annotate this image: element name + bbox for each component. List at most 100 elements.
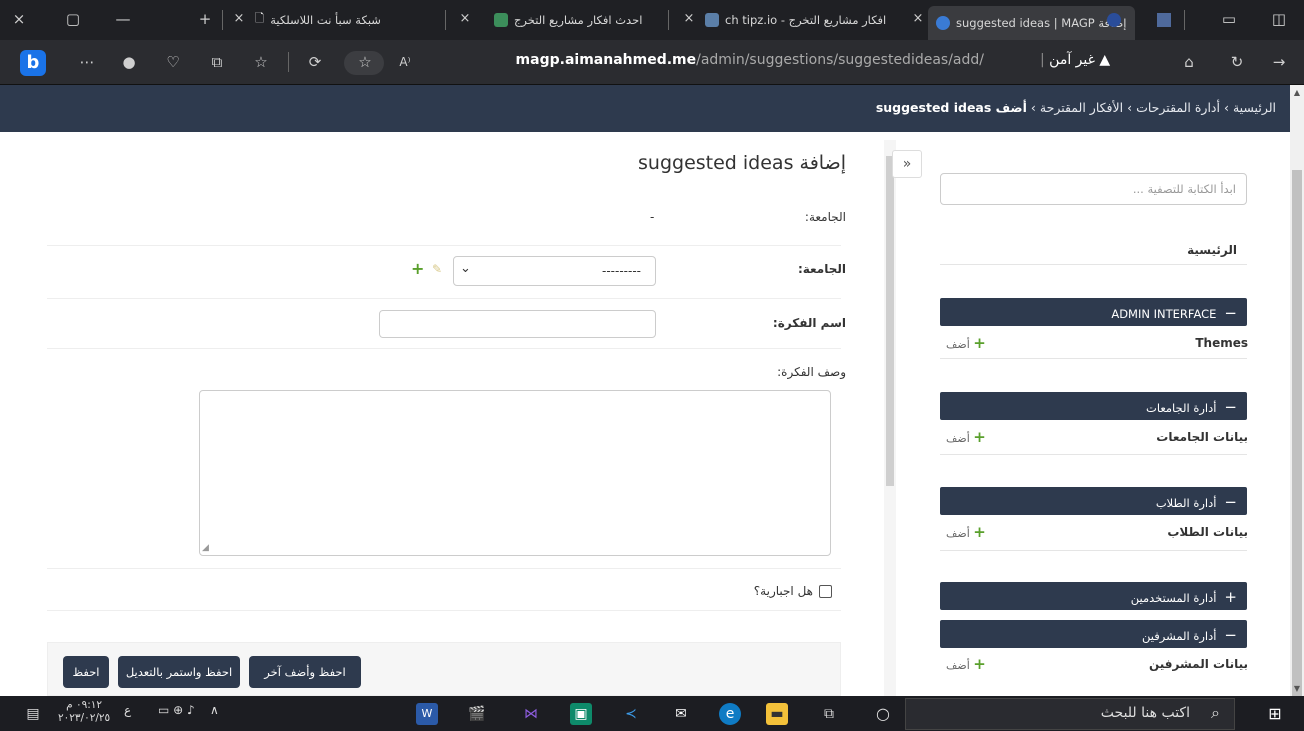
restore-window-icon[interactable]: ▢ <box>62 9 84 29</box>
breadcrumb-model[interactable]: الأفكار المقترحة <box>1040 100 1123 115</box>
tab-graduation-ideas[interactable]: احدث افكار مشاريع التخرج <box>494 9 642 31</box>
mandatory-checkbox-row: هل اجبارية؟ <box>754 584 832 598</box>
tab-close-icon[interactable]: × <box>228 9 250 29</box>
add-supervisor-link[interactable]: + أضف <box>946 655 986 673</box>
close-window-icon[interactable]: × <box>8 9 30 29</box>
sidebar-home-link[interactable]: الرئيسية <box>1187 243 1237 257</box>
show-hidden-icons[interactable]: ∧ <box>210 703 219 717</box>
file-explorer-icon[interactable]: ▬ <box>766 703 788 725</box>
sidebar-group-supervisors[interactable]: −أدارة المشرفين <box>940 620 1247 648</box>
idea-name-input[interactable] <box>379 310 656 338</box>
save-button[interactable]: احفظ <box>63 656 109 688</box>
edit-related-icon[interactable]: ✎ <box>432 262 442 276</box>
resize-handle-icon[interactable]: ◢ <box>202 543 209 553</box>
university-select[interactable]: --------- ⌄ <box>453 256 656 286</box>
security-indicator[interactable]: ▲ غير آمن | <box>1040 52 1110 68</box>
page-title: إضافة suggested ideas <box>638 152 846 174</box>
media-icon[interactable]: 🎬 <box>466 703 488 725</box>
tab-title: احدث افكار مشاريع التخرج <box>514 13 643 27</box>
expand-icon: + <box>1224 588 1237 606</box>
profile-avatar-icon[interactable]: ● <box>118 52 140 72</box>
add-favorite-icon[interactable]: ☆ <box>354 52 376 72</box>
refresh-icon[interactable]: ↻ <box>1226 52 1248 72</box>
clock[interactable]: ٠٩:١٢ م ٢٠٢٣/٠٢/٢٥ <box>58 699 110 725</box>
clock-time: ٠٩:١٢ م <box>66 699 103 711</box>
save-continue-button[interactable]: احفظ واستمر بالتعديل <box>118 656 240 688</box>
edge-browser-icon[interactable]: e <box>719 703 741 725</box>
mail-icon[interactable]: ✉ <box>670 703 692 725</box>
tab-title: شبكة سبأ نت اللاسلكية <box>270 13 381 27</box>
add-student-link[interactable]: + أضف <box>946 523 986 541</box>
mandatory-checkbox[interactable] <box>819 584 832 598</box>
tab-close-icon[interactable]: × <box>454 9 476 29</box>
taskbar-search[interactable]: اكتب هنا للبحث ⌕ <box>905 698 1235 730</box>
forward-icon[interactable]: → <box>1268 52 1290 72</box>
vertical-tabs-icon[interactable]: ◫ <box>1268 9 1290 29</box>
plus-icon: + <box>973 428 986 446</box>
vscode-icon[interactable]: ≺ <box>620 703 642 725</box>
word-icon[interactable]: W <box>416 703 438 725</box>
tab-tipz[interactable]: افكار مشاريع التخرج - ch tipz.io <box>705 9 886 31</box>
breadcrumb-home[interactable]: الرئيسية <box>1233 100 1276 115</box>
tab-close-icon[interactable]: × <box>907 9 929 29</box>
content-scrollbar[interactable] <box>884 140 896 696</box>
tab-title: إضافة suggested ideas | MAGP <box>956 16 1127 30</box>
collections-toolbar-icon[interactable]: ⧉ <box>206 52 228 72</box>
tab-actions-icon[interactable]: ▭ <box>1218 9 1240 29</box>
bing-icon[interactable]: b <box>20 50 46 76</box>
collections-icon[interactable] <box>1157 13 1171 27</box>
chevron-down-icon: ⌄ <box>460 261 471 276</box>
university-selected: --------- <box>602 264 641 278</box>
clock-date: ٢٠٢٣/٠٢/٢٥ <box>58 712 111 724</box>
site-favicon-icon <box>494 13 508 27</box>
visual-studio-icon[interactable]: ⋈ <box>520 703 542 725</box>
site-favicon-icon <box>705 13 719 27</box>
app-icon[interactable]: ▣ <box>570 703 592 725</box>
sidebar-group-students[interactable]: −أدارة الطلاب <box>940 487 1247 515</box>
sidebar-filter-input[interactable]: ابدأ الكتابة للتصفية ... <box>940 173 1247 205</box>
sidebar-group-users[interactable]: +أدارة المستخدمين <box>940 582 1247 610</box>
idea-description-textarea[interactable]: ◢ <box>199 390 831 556</box>
extensions-icon[interactable]: ⟳ <box>304 52 326 72</box>
mandatory-label: هل اجبارية؟ <box>753 584 813 598</box>
collapse-icon: − <box>1224 626 1237 644</box>
new-tab-button[interactable]: + <box>194 9 216 29</box>
idea-description-label: وصف الفكرة: <box>777 365 846 379</box>
tab-saba-net[interactable]: شبكة سبأ نت اللاسلكية 🗋 <box>255 9 381 31</box>
read-aloud-icon[interactable]: A⁾ <box>394 52 416 72</box>
sidebar-item-supervisors[interactable]: بيانات المشرفين <box>1149 657 1248 671</box>
site-favicon-icon <box>936 16 950 30</box>
collapse-icon: − <box>1224 304 1237 322</box>
save-add-another-button[interactable]: احفظ وأضف آخر <box>249 656 361 688</box>
add-themes-link[interactable]: + أضف <box>946 334 986 352</box>
page-scrollbar[interactable]: ▲ ▼ <box>1290 85 1304 715</box>
windows-start-icon[interactable]: ⊞ <box>1264 703 1286 725</box>
collapse-icon: − <box>1224 493 1237 511</box>
favorites-list-icon[interactable]: ☆ <box>250 52 272 72</box>
address-bar[interactable]: magp.aimanahmed.me/admin/suggestions/sug… <box>516 52 984 68</box>
browser-tab-bar: × ▢ — + × شبكة سبأ نت اللاسلكية 🗋 × احدث… <box>0 0 1304 40</box>
task-view-icon[interactable]: ⧉ <box>818 703 840 725</box>
workspace-icon[interactable] <box>1107 13 1121 27</box>
health-icon[interactable]: ♡ <box>162 52 184 72</box>
breadcrumb-current: أضف suggested ideas <box>875 100 1027 115</box>
add-related-icon[interactable]: + <box>411 259 424 278</box>
more-icon[interactable]: ⋯ <box>76 52 98 72</box>
home-icon[interactable]: ⌂ <box>1178 52 1200 72</box>
sidebar-item-themes[interactable]: Themes <box>1195 336 1248 350</box>
cortana-icon[interactable]: ○ <box>872 703 894 725</box>
breadcrumb-app[interactable]: أدارة المقترحات <box>1136 100 1220 115</box>
tab-active-add-idea[interactable]: إضافة suggested ideas | MAGP <box>928 6 1135 40</box>
tab-close-icon[interactable]: × <box>678 9 700 29</box>
insecure-label: غير آمن <box>1049 52 1095 68</box>
system-tray-icons[interactable]: ▭ ⊕ ♪ <box>158 703 195 717</box>
toggle-sidebar-button[interactable]: » <box>892 150 922 178</box>
sidebar-group-admin-interface[interactable]: −ADMIN INTERFACE <box>940 298 1247 326</box>
add-university-link[interactable]: + أضف <box>946 428 986 446</box>
sidebar-group-universities[interactable]: −أدارة الجامعات <box>940 392 1247 420</box>
input-language[interactable]: ع <box>124 703 131 717</box>
notifications-icon[interactable]: ▤ <box>22 703 44 725</box>
minimize-window-icon[interactable]: — <box>112 9 134 29</box>
sidebar-item-students[interactable]: بيانات الطلاب <box>1167 525 1248 539</box>
sidebar-item-universities[interactable]: بيانات الجامعات <box>1156 430 1248 444</box>
